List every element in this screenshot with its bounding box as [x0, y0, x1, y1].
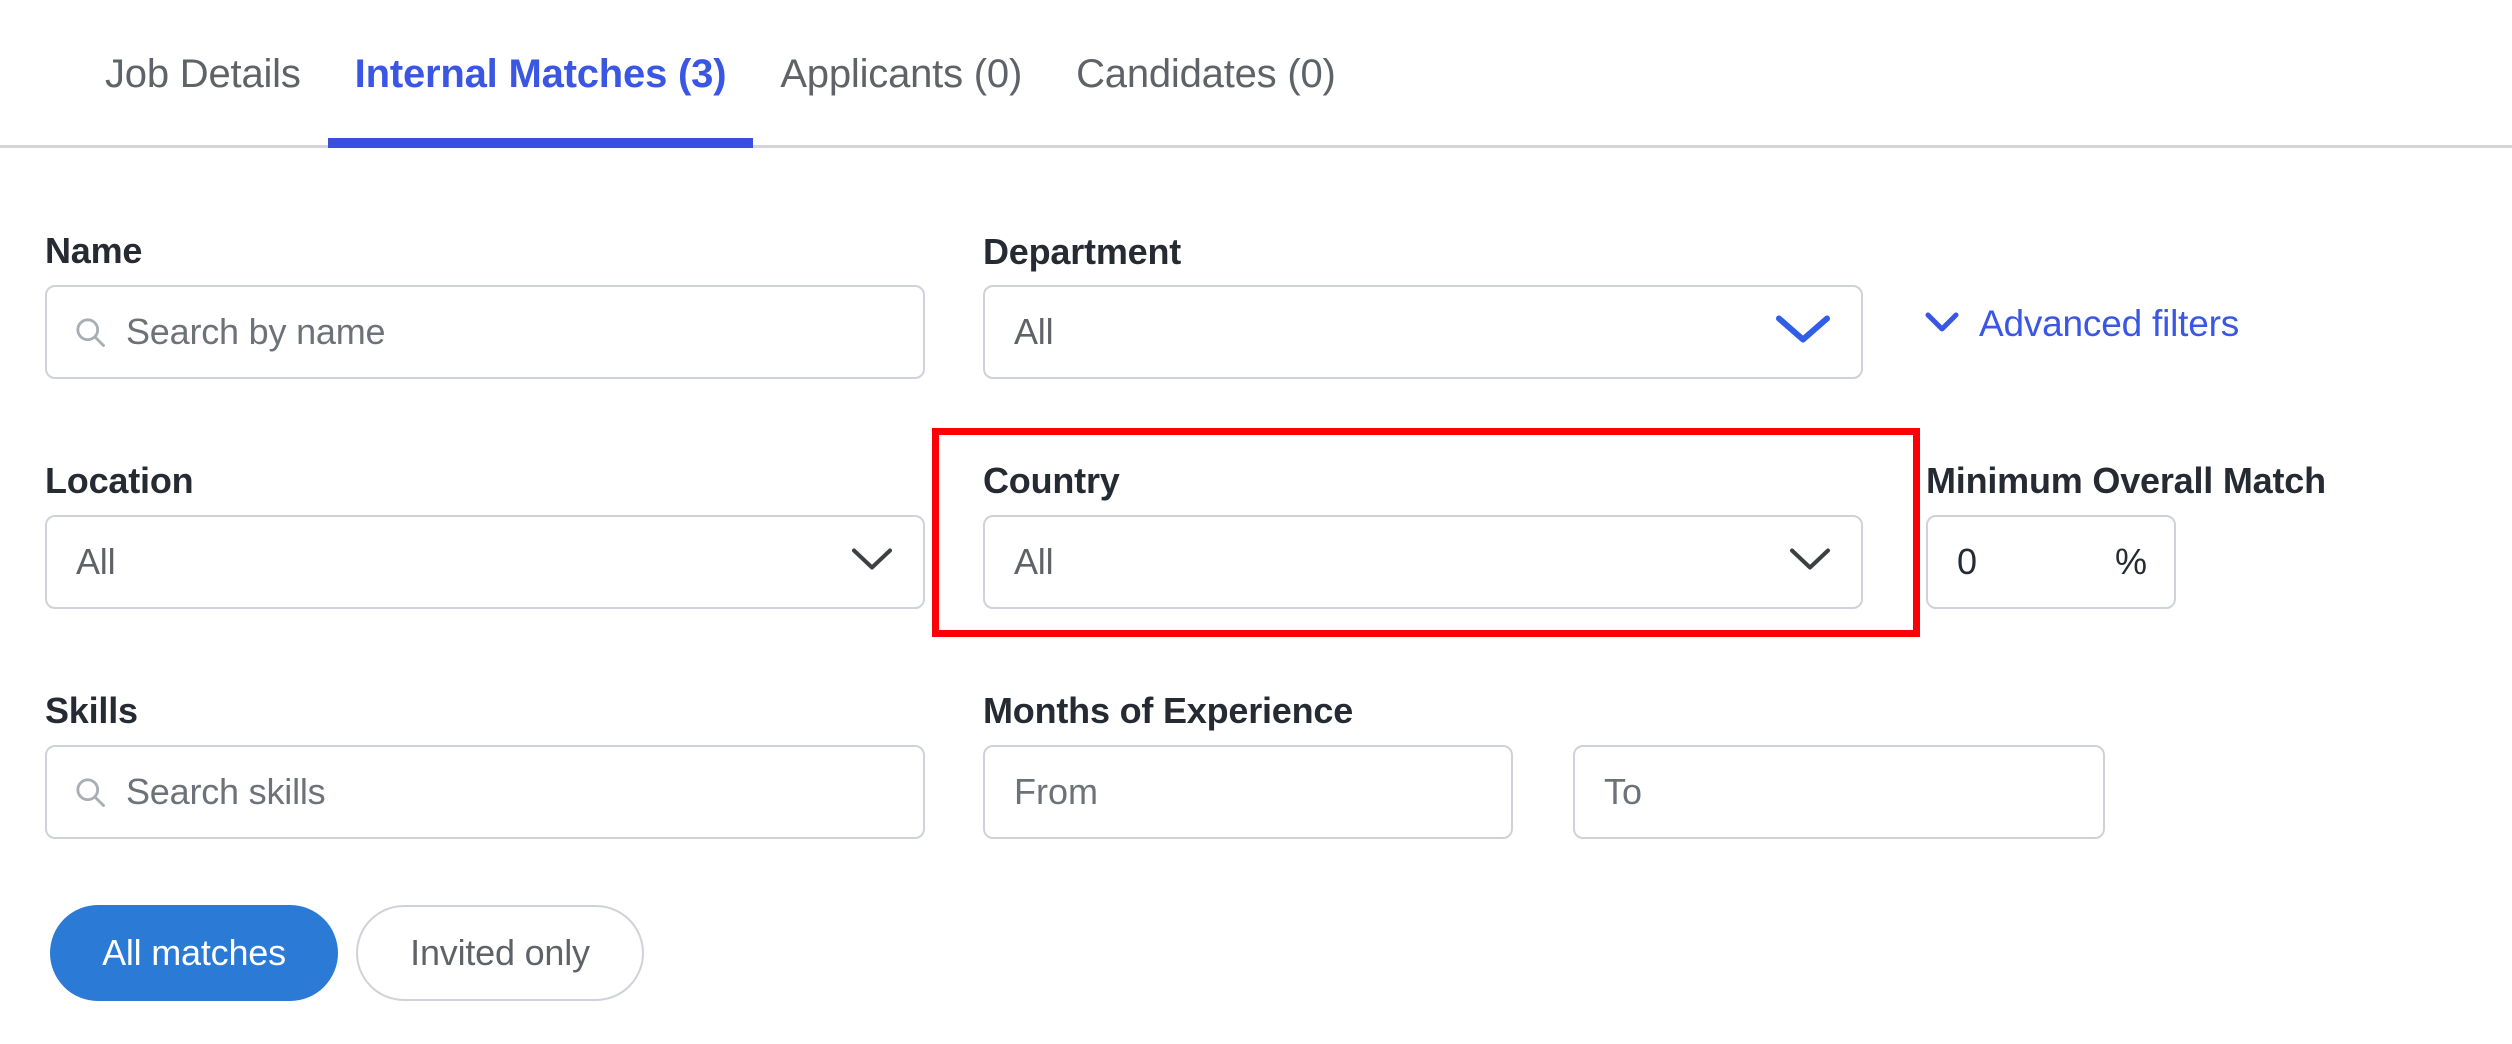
months-experience-to-placeholder: To: [1604, 771, 1643, 812]
tab-label: Job Details: [105, 51, 301, 96]
all-matches-button[interactable]: All matches: [50, 905, 338, 1001]
months-experience-from-input[interactable]: From: [983, 745, 1513, 839]
tab-label: Candidates (0): [1076, 51, 1336, 96]
name-search-placeholder: Search by name: [126, 311, 386, 352]
percent-unit-label: %: [2114, 541, 2147, 582]
chevron-down-icon: [1925, 311, 1959, 338]
location-field-label: Location: [45, 460, 194, 501]
department-select[interactable]: All: [983, 285, 1863, 379]
department-field-label: Department: [983, 231, 1182, 272]
minimum-overall-match-input[interactable]: 0 %: [1926, 515, 2176, 609]
tab-list: Job Details Internal Matches (3) Applica…: [78, 0, 1363, 148]
tab-bar: Job Details Internal Matches (3) Applica…: [0, 0, 2512, 148]
minimum-overall-match-label: Minimum Overall Match: [1926, 460, 2326, 501]
country-selected-value: All: [1014, 541, 1054, 582]
invited-only-label: Invited only: [410, 932, 590, 973]
active-tab-indicator: [327, 138, 754, 148]
months-experience-to-input[interactable]: To: [1573, 745, 2105, 839]
tab-label: Applicants (0): [780, 51, 1023, 96]
minimum-overall-match-value: 0: [1957, 541, 1977, 582]
location-select[interactable]: All: [45, 515, 925, 609]
name-field-label: Name: [45, 230, 143, 271]
skills-search-placeholder: Search skills: [126, 771, 326, 812]
tab-internal-matches[interactable]: Internal Matches (3): [327, 0, 754, 148]
chevron-down-icon: [1789, 547, 1831, 578]
search-icon: [76, 318, 105, 347]
country-field-label: Country: [983, 460, 1120, 501]
department-selected-value: All: [1014, 311, 1054, 352]
match-scope-toggle-group: All matches Invited only: [50, 905, 644, 1001]
months-of-experience-label: Months of Experience: [983, 690, 1354, 731]
search-icon: [76, 778, 105, 807]
tab-applicants[interactable]: Applicants (0): [753, 0, 1049, 148]
tab-job-details[interactable]: Job Details: [78, 0, 328, 148]
location-selected-value: All: [76, 541, 116, 582]
internal-matches-filter-panel: Job Details Internal Matches (3) Applica…: [0, 0, 2512, 1044]
tab-candidates[interactable]: Candidates (0): [1049, 0, 1363, 148]
advanced-filters-label: Advanced filters: [1979, 303, 2240, 344]
name-search-input[interactable]: Search by name: [45, 285, 925, 379]
months-experience-from-placeholder: From: [1014, 771, 1098, 812]
invited-only-button[interactable]: Invited only: [356, 905, 644, 1001]
country-select[interactable]: All: [983, 515, 1863, 609]
tab-label: Internal Matches (3): [354, 51, 727, 96]
chevron-down-icon: [1775, 313, 1831, 352]
all-matches-label: All matches: [102, 932, 286, 973]
advanced-filters-toggle[interactable]: Advanced filters: [1925, 303, 2239, 345]
skills-field-label: Skills: [45, 690, 138, 731]
skills-search-input[interactable]: Search skills: [45, 745, 925, 839]
chevron-down-icon: [851, 547, 893, 578]
